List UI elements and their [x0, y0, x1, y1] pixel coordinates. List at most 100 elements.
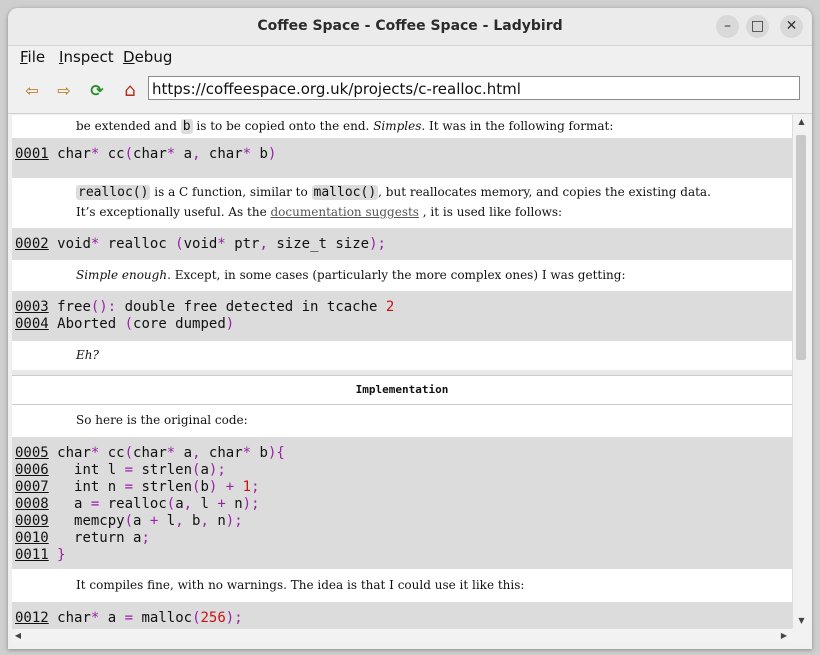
code-token: (	[175, 236, 184, 252]
line-number[interactable]: 0004	[15, 316, 49, 332]
code-token: )	[225, 513, 235, 529]
home-icon[interactable]: ⌂	[119, 80, 141, 102]
code-token: a	[99, 610, 125, 626]
scroll-right-icon[interactable]: ▶	[778, 629, 790, 643]
inline-code: b	[180, 119, 193, 134]
code-line: 0009 memcpy(a + l, b, n);	[15, 513, 243, 530]
minimize-button[interactable]: –	[716, 15, 739, 38]
code-token: *	[166, 146, 176, 162]
code-token: void	[57, 236, 91, 252]
inline-code: malloc()	[311, 185, 379, 200]
code-line: 0004 Aborted (core dumped)	[15, 316, 234, 333]
code-token: ()	[90, 299, 108, 315]
code-token: ;	[217, 462, 226, 478]
menu-debug[interactable]: Debug	[123, 48, 172, 66]
line-number[interactable]: 0006	[15, 462, 49, 478]
code-token: core dumped	[133, 316, 226, 332]
documentation-link[interactable]: documentation suggests	[271, 205, 419, 219]
inline-code: realloc()	[76, 185, 151, 200]
line-number[interactable]: 0012	[15, 610, 49, 626]
code-token: return a	[57, 530, 142, 546]
code-token: *	[242, 146, 252, 162]
code-line: 0010 return a;	[15, 530, 150, 547]
line-number[interactable]: 0005	[15, 445, 49, 461]
line-number[interactable]: 0002	[15, 236, 49, 252]
line-number[interactable]: 0001	[15, 146, 49, 162]
menu-debug-label: ebug	[134, 48, 173, 66]
paragraph-compiles: It compiles fine, with no warnings. The …	[76, 578, 524, 592]
paragraph-realloc: realloc() is a C function, similar to ma…	[76, 185, 711, 200]
code-token: +	[217, 496, 226, 512]
menu-inspect[interactable]: Inspect	[59, 48, 114, 66]
text: . It was in the following format:	[421, 119, 614, 133]
line-number[interactable]: 0009	[15, 513, 49, 529]
code-token: a	[175, 445, 193, 461]
page-viewport[interactable]: be extended and b is to be copied onto t…	[12, 115, 792, 628]
vertical-scrollbar[interactable]: ▲ ▼	[792, 115, 810, 628]
code-token: (	[124, 316, 134, 332]
code-token: 256	[200, 610, 226, 626]
code-token: n	[208, 513, 226, 529]
code-token: b	[251, 146, 268, 162]
code-token: ,	[175, 513, 184, 529]
code-token: char	[57, 146, 91, 162]
paragraph-intro: be extended and b is to be copied onto t…	[76, 119, 613, 134]
code-token: a	[200, 462, 209, 478]
horizontal-scrollbar[interactable]: ◀ ▶	[12, 628, 792, 643]
line-number[interactable]: 0003	[15, 299, 49, 315]
line-number[interactable]: 0011	[15, 547, 49, 563]
text: . Except, in some cases (particularly th…	[167, 268, 626, 282]
forward-icon[interactable]: ⇨	[53, 80, 75, 102]
code-line: 0003 free(): double free detected in tca…	[15, 299, 394, 316]
line-number[interactable]: 0008	[15, 496, 49, 512]
code-token: strlen	[133, 479, 193, 495]
code-token: l	[158, 513, 176, 529]
code-token: memcpy	[57, 513, 125, 529]
paragraph-eh: Eh?	[76, 348, 99, 362]
code-token: n	[225, 496, 243, 512]
code-token: )	[225, 610, 235, 626]
menu-file[interactable]: File	[20, 48, 45, 66]
code-block-2: 0002 void* realloc (void* ptr, size_t si…	[12, 228, 792, 260]
scroll-left-icon[interactable]: ◀	[12, 629, 24, 643]
code-block-5: 0012 char* a = malloc(256);0013 sprintf(…	[12, 602, 792, 628]
code-token: char	[57, 445, 91, 461]
code-token: )	[267, 146, 277, 162]
code-token: realloc	[99, 496, 167, 512]
code-token: ,	[192, 445, 201, 461]
line-number[interactable]: 0010	[15, 530, 49, 546]
code-token: )	[225, 316, 235, 332]
code-token: +	[217, 479, 235, 495]
code-token: ;	[251, 479, 260, 495]
code-line: 0008 a = realloc(a, l + n);	[15, 496, 260, 513]
code-token: char	[57, 610, 91, 626]
line-number[interactable]: 0007	[15, 479, 49, 495]
code-line: 0005 char* cc(char* a, char* b){	[15, 445, 285, 462]
code-token: *	[242, 445, 252, 461]
reload-icon[interactable]: ⟳	[86, 80, 108, 102]
code-token: void	[183, 236, 218, 252]
paragraph-realloc-line2: It’s exceptionally useful. As the docume…	[76, 205, 562, 219]
scroll-thumb[interactable]	[796, 135, 806, 360]
url-input[interactable]: https://coffeespace.org.uk/projects/c-re…	[148, 76, 800, 100]
code-token: =	[124, 479, 134, 495]
section-heading: Implementation	[12, 375, 792, 405]
maximize-button[interactable]: □	[746, 15, 769, 38]
close-button[interactable]: ✕	[780, 15, 803, 38]
title-bar[interactable]: Coffee Space - Coffee Space - Ladybird –…	[8, 8, 812, 46]
text: is a C function, similar to	[150, 185, 312, 199]
back-icon[interactable]: ⇦	[21, 80, 43, 102]
code-token: cc	[99, 445, 125, 461]
code-token: ,	[259, 236, 268, 252]
scroll-down-icon[interactable]: ▼	[793, 614, 810, 628]
paragraph-simple-enough: Simple enough. Except, in some cases (pa…	[76, 268, 626, 282]
menu-file-mnemonic: F	[20, 48, 28, 66]
code-token: =	[124, 462, 134, 478]
code-token: *	[166, 445, 176, 461]
text: is to be copied onto the end.	[192, 119, 374, 133]
code-token: char	[200, 445, 243, 461]
toolbar: ⇦ ⇨ ⟳ ⌂ https://coffeespace.org.uk/proje…	[8, 69, 812, 114]
section-title: Implementation	[355, 383, 449, 396]
scroll-up-icon[interactable]: ▲	[793, 115, 810, 129]
code-token: (	[124, 146, 134, 162]
